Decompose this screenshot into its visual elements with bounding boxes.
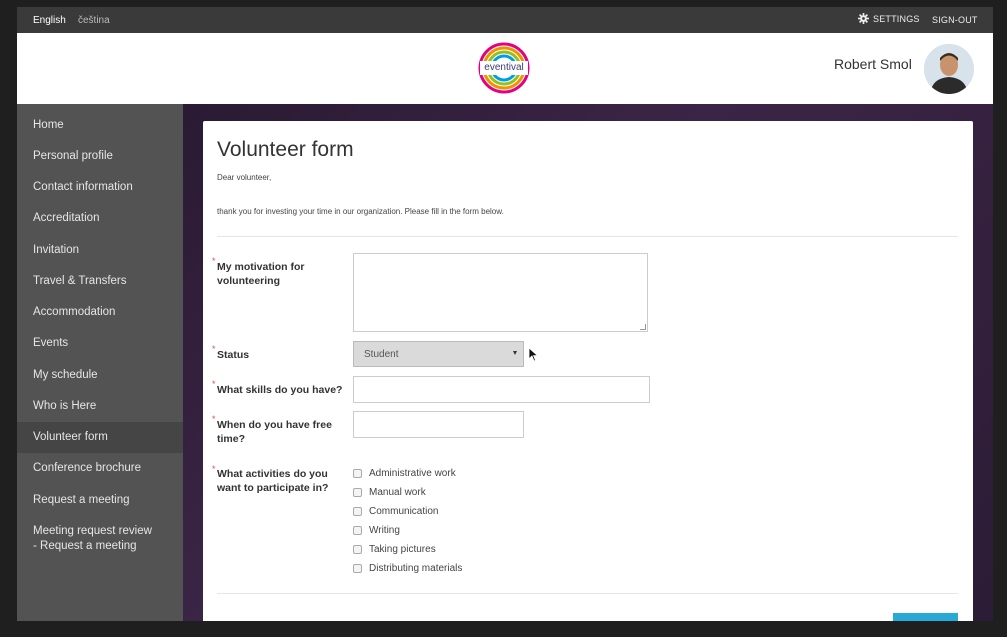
required-marker: *	[212, 464, 216, 474]
checkbox-writing[interactable]: Writing	[353, 525, 400, 536]
app-window: English čeština SETTINGS SIGN-OUT eventi…	[17, 7, 993, 621]
checkbox-label: Administrative work	[369, 468, 456, 479]
sidebar-item-accreditation[interactable]: Accreditation	[17, 211, 183, 226]
resize-handle-icon[interactable]	[640, 324, 646, 330]
checkbox-label: Communication	[369, 506, 439, 517]
checkbox-administrative-work[interactable]: Administrative work	[353, 468, 456, 479]
status-select[interactable]: Student	[353, 341, 524, 367]
activities-label: What activities do you want to participa…	[217, 468, 329, 494]
volunteer-form-card: Volunteer form Dear volunteer, thank you…	[203, 121, 973, 621]
eventival-logo[interactable]: eventival	[477, 41, 531, 95]
sidebar-item-invitation[interactable]: Invitation	[17, 243, 183, 258]
sidebar-item-personal-profile[interactable]: Personal profile	[17, 149, 183, 164]
mouse-cursor-icon	[529, 348, 538, 362]
required-marker: *	[212, 344, 216, 354]
user-name[interactable]: Robert Smol	[834, 56, 912, 72]
motivation-textarea[interactable]	[353, 253, 648, 332]
status-selected-value: Student	[364, 349, 399, 360]
sidebar-item-conference-brochure[interactable]: Conference brochure	[17, 461, 183, 476]
user-photo	[924, 44, 974, 94]
required-marker: *	[212, 414, 216, 424]
checkbox-taking-pictures[interactable]: Taking pictures	[353, 544, 436, 555]
chevron-down-icon	[513, 351, 517, 355]
language-english-link[interactable]: English	[33, 15, 66, 26]
checkbox-communication[interactable]: Communication	[353, 506, 438, 517]
settings-label: SETTINGS	[873, 13, 920, 24]
sidebar-item-travel-transfers[interactable]: Travel & Transfers	[17, 274, 183, 289]
sidebar-item-accommodation[interactable]: Accommodation	[17, 305, 183, 320]
free-time-input[interactable]	[353, 411, 524, 438]
skills-label: What skills do you have?	[217, 384, 343, 396]
sidebar-nav: Home Personal profile Contact informatio…	[17, 104, 183, 621]
checkbox[interactable]	[353, 488, 362, 497]
page-title: Volunteer form	[217, 138, 354, 161]
divider	[217, 593, 958, 594]
motivation-label: My motivation for volunteering	[217, 261, 305, 287]
sign-out-link[interactable]: SIGN-OUT	[932, 15, 978, 25]
checkbox[interactable]	[353, 526, 362, 535]
checkbox[interactable]	[353, 545, 362, 554]
top-bar: English čeština SETTINGS SIGN-OUT	[17, 7, 993, 33]
checkbox-label: Distributing materials	[369, 563, 463, 574]
checkbox-label: Taking pictures	[369, 544, 436, 555]
settings-link[interactable]: SETTINGS	[858, 13, 920, 24]
sidebar-item-meeting-request-review[interactable]: Meeting request review - Request a meeti…	[17, 524, 157, 554]
logo-wordmark: eventival	[484, 62, 524, 73]
checkbox[interactable]	[353, 507, 362, 516]
free-time-label: When do you have free time?	[217, 419, 332, 445]
checkbox[interactable]	[353, 564, 362, 573]
required-marker: *	[212, 256, 216, 266]
sidebar-item-contact-information[interactable]: Contact information	[17, 180, 183, 195]
checkbox[interactable]	[353, 469, 362, 478]
language-czech-link[interactable]: čeština	[78, 15, 110, 26]
intro-greeting: Dear volunteer,	[217, 173, 272, 182]
divider	[217, 236, 958, 237]
checkbox-manual-work[interactable]: Manual work	[353, 487, 426, 498]
header: eventival Robert Smol	[17, 33, 993, 104]
checkbox-label: Writing	[369, 525, 400, 536]
required-marker: *	[212, 379, 216, 389]
sidebar-item-who-is-here[interactable]: Who is Here	[17, 399, 183, 414]
status-label: Status	[217, 349, 250, 361]
sidebar-item-events[interactable]: Events	[17, 336, 183, 351]
intro-text: thank you for investing your time in our…	[217, 207, 504, 216]
avatar[interactable]	[924, 44, 974, 94]
sidebar-item-volunteer-form[interactable]: Volunteer form	[17, 422, 183, 453]
sidebar-item-request-meeting[interactable]: Request a meeting	[17, 493, 183, 508]
checkbox-label: Manual work	[369, 487, 426, 498]
skills-input[interactable]	[353, 376, 650, 403]
submit-button[interactable]	[893, 613, 958, 621]
checkbox-distributing-materials[interactable]: Distributing materials	[353, 563, 462, 574]
sidebar-item-home[interactable]: Home	[17, 118, 183, 133]
gear-icon	[858, 13, 869, 24]
sidebar-item-my-schedule[interactable]: My schedule	[17, 368, 183, 383]
